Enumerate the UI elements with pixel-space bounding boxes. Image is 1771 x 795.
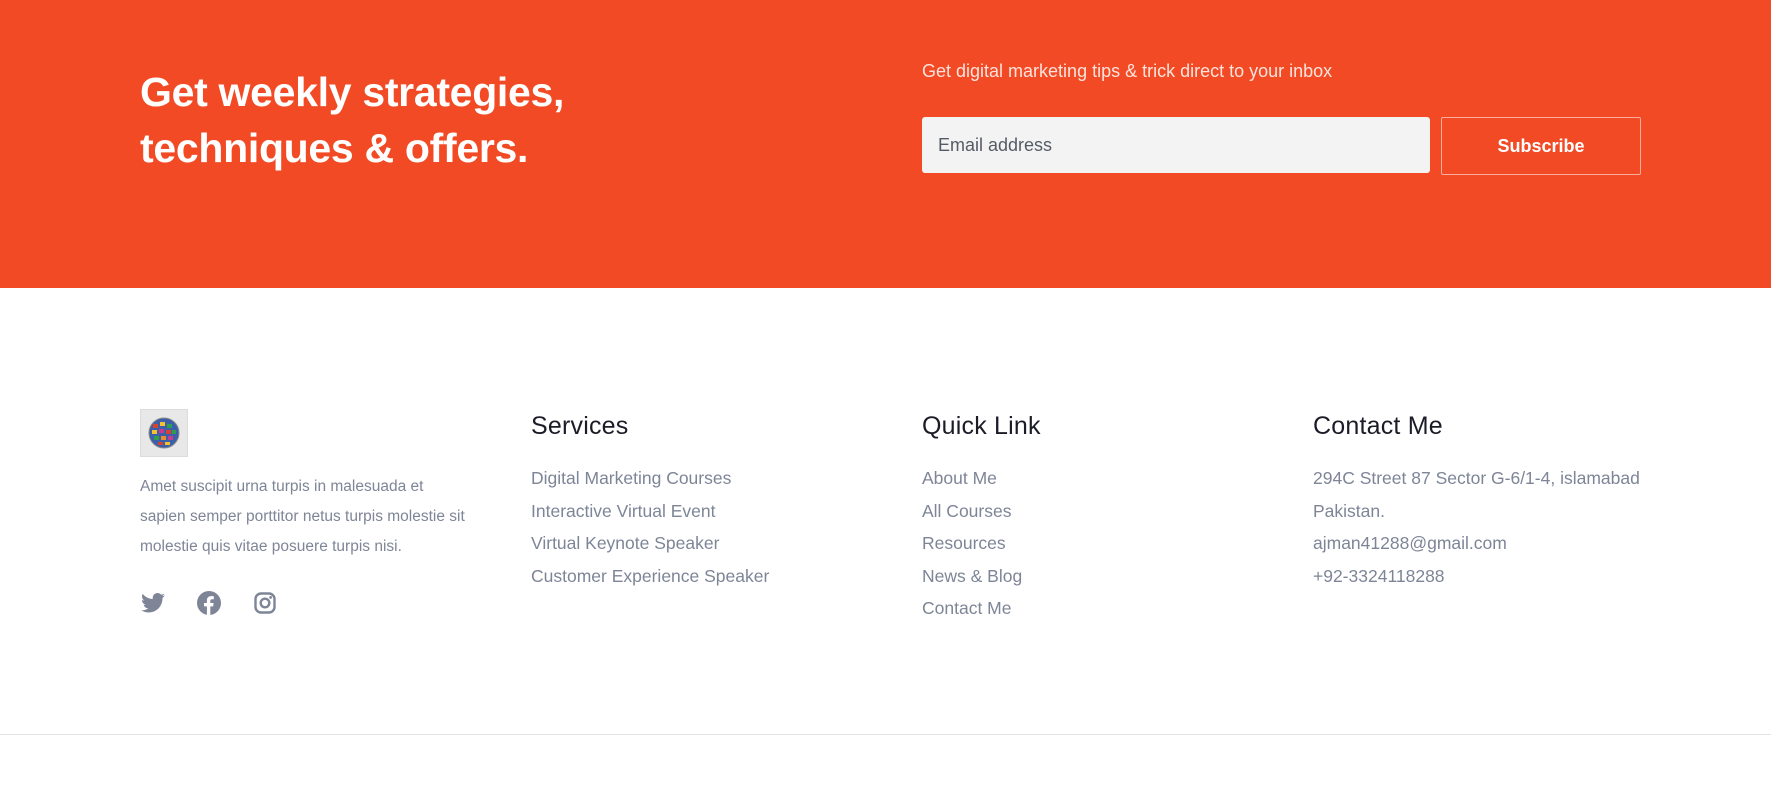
contact-list: 294C Street 87 Sector G-6/1-4, islamabad…: [1313, 462, 1653, 592]
newsletter-banner: Get weekly strategies, techniques & offe…: [0, 0, 1771, 288]
quick-link-column: Quick Link About Me All Courses Resource…: [922, 410, 1041, 625]
site-logo[interactable]: [140, 409, 188, 457]
email-input[interactable]: [922, 117, 1430, 173]
services-link-customer-experience-speaker[interactable]: Customer Experience Speaker: [531, 560, 769, 593]
contact-column: Contact Me 294C Street 87 Sector G-6/1-4…: [1313, 410, 1653, 592]
services-link-virtual-keynote-speaker[interactable]: Virtual Keynote Speaker: [531, 527, 769, 560]
quick-link-contact-me[interactable]: Contact Me: [922, 592, 1041, 625]
quick-link-about-me[interactable]: About Me: [922, 462, 1041, 495]
quick-link-resources[interactable]: Resources: [922, 527, 1041, 560]
newsletter-heading: Get weekly strategies, techniques & offe…: [140, 69, 565, 171]
instagram-icon[interactable]: [252, 590, 278, 616]
services-list: Digital Marketing Courses Interactive Vi…: [531, 462, 769, 592]
services-link-digital-marketing-courses[interactable]: Digital Marketing Courses: [531, 462, 769, 495]
quick-link-title: Quick Link: [922, 412, 1041, 440]
services-link-interactive-virtual-event[interactable]: Interactive Virtual Event: [531, 495, 769, 528]
subscribe-button[interactable]: Subscribe: [1441, 117, 1641, 175]
services-column: Services Digital Marketing Courses Inter…: [531, 410, 769, 592]
contact-address: 294C Street 87 Sector G-6/1-4, islamabad…: [1313, 468, 1640, 521]
globe-logo-icon: [148, 417, 180, 449]
newsletter-tagline: Get digital marketing tips & trick direc…: [922, 61, 1333, 81]
services-title: Services: [531, 412, 629, 440]
quick-link-list: About Me All Courses Resources News & Bl…: [922, 462, 1041, 625]
twitter-icon[interactable]: [140, 590, 166, 616]
quick-link-all-courses[interactable]: All Courses: [922, 495, 1041, 528]
footer-divider: [0, 734, 1771, 735]
social-links: [140, 590, 278, 616]
site-footer: Amet suscipit urna turpis in malesuada e…: [0, 288, 1771, 795]
contact-title: Contact Me: [1313, 412, 1443, 440]
facebook-icon[interactable]: [196, 590, 222, 616]
about-text: Amet suscipit urna turpis in malesuada e…: [140, 478, 465, 555]
contact-email[interactable]: ajman41288@gmail.com: [1313, 527, 1653, 560]
quick-link-news-blog[interactable]: News & Blog: [922, 560, 1041, 593]
contact-phone[interactable]: +92-3324118288: [1313, 560, 1653, 593]
